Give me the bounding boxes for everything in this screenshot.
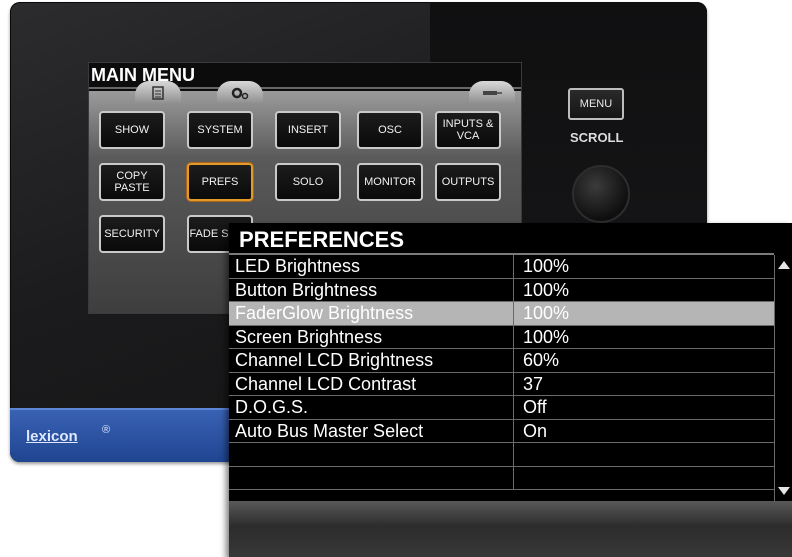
pref-value: On xyxy=(523,420,548,441)
pref-value: 100% xyxy=(523,303,570,323)
scroll-up-icon[interactable] xyxy=(778,261,790,269)
scroll-down-icon[interactable] xyxy=(778,487,790,495)
pref-name: Button Brightness xyxy=(235,279,378,300)
lexicon-logo: lexicon xyxy=(26,428,78,445)
preferences-title: PREFERENCES xyxy=(239,227,405,252)
osc-button[interactable]: OSC xyxy=(357,111,423,149)
gear-tab-icon[interactable] xyxy=(217,81,263,105)
pref-value: 100% xyxy=(523,256,570,276)
pref-name: Channel LCD Brightness xyxy=(235,350,434,370)
column-divider xyxy=(513,372,514,395)
prefs-button[interactable]: PREFS xyxy=(187,163,253,201)
pref-value: 100% xyxy=(523,326,570,347)
scroll-knob[interactable] xyxy=(572,165,630,223)
pref-row-empty[interactable] xyxy=(229,466,774,490)
pref-row[interactable]: Channel LCD Brightness 60% xyxy=(229,349,774,373)
pref-value: Off xyxy=(523,397,547,417)
pref-row[interactable]: Auto Bus Master Select On xyxy=(229,419,774,443)
preferences-panel: PREFERENCES LED Brightness 100% Button Br… xyxy=(229,223,792,557)
show-button[interactable]: SHOW xyxy=(99,111,165,149)
pref-row[interactable]: Channel LCD Contrast 37 xyxy=(229,372,774,396)
pref-name: Channel LCD Contrast xyxy=(235,373,417,394)
column-divider xyxy=(513,419,514,442)
pref-row[interactable]: LED Brightness 100% xyxy=(229,255,774,279)
inputs-vca-button[interactable]: INPUTS & VCA xyxy=(435,111,501,149)
insert-button[interactable]: INSERT xyxy=(275,111,341,149)
cable-tab-icon[interactable] xyxy=(469,81,515,105)
solo-button[interactable]: SOLO xyxy=(275,163,341,201)
pref-row-selected[interactable]: FaderGlow Brightness 100% xyxy=(229,302,774,326)
pref-value: 100% xyxy=(523,279,570,300)
pref-row[interactable]: Screen Brightness 100% xyxy=(229,325,774,349)
pref-name: Auto Bus Master Select xyxy=(235,420,424,441)
registered-mark: ® xyxy=(102,424,111,436)
monitor-button[interactable]: MONITOR xyxy=(357,163,423,201)
column-divider xyxy=(513,278,514,301)
pref-name: FaderGlow Brightness xyxy=(235,303,414,323)
scroll-label: SCROLL xyxy=(570,130,624,145)
pref-row[interactable]: D.O.G.S. Off xyxy=(229,396,774,420)
preferences-footer xyxy=(229,501,792,557)
column-divider xyxy=(513,255,514,278)
column-divider xyxy=(513,466,514,489)
copy-paste-button[interactable]: COPY PASTE xyxy=(99,163,165,201)
menu-button[interactable]: MENU xyxy=(568,88,624,120)
outputs-button[interactable]: OUTPUTS xyxy=(435,163,501,201)
column-divider xyxy=(513,396,514,419)
column-divider xyxy=(513,302,514,325)
column-divider xyxy=(513,349,514,372)
system-button[interactable]: SYSTEM xyxy=(187,111,253,149)
pref-name: Screen Brightness xyxy=(235,326,383,347)
column-divider xyxy=(513,443,514,466)
pref-name: D.O.G.S. xyxy=(235,397,309,417)
pref-value: 60% xyxy=(523,350,560,370)
preferences-list: LED Brightness 100% Button Brightness 100%… xyxy=(229,255,774,490)
preferences-scrollbar[interactable] xyxy=(774,255,792,501)
list-tab-icon[interactable] xyxy=(135,81,181,105)
column-divider xyxy=(513,325,514,348)
pref-value: 37 xyxy=(523,373,544,394)
pref-row-empty[interactable] xyxy=(229,443,774,467)
security-button[interactable]: SECURITY xyxy=(99,215,165,253)
pref-name: LED Brightness xyxy=(235,256,361,276)
pref-row[interactable]: Button Brightness 100% xyxy=(229,278,774,302)
brand-strip: lexicon ® xyxy=(10,408,250,462)
